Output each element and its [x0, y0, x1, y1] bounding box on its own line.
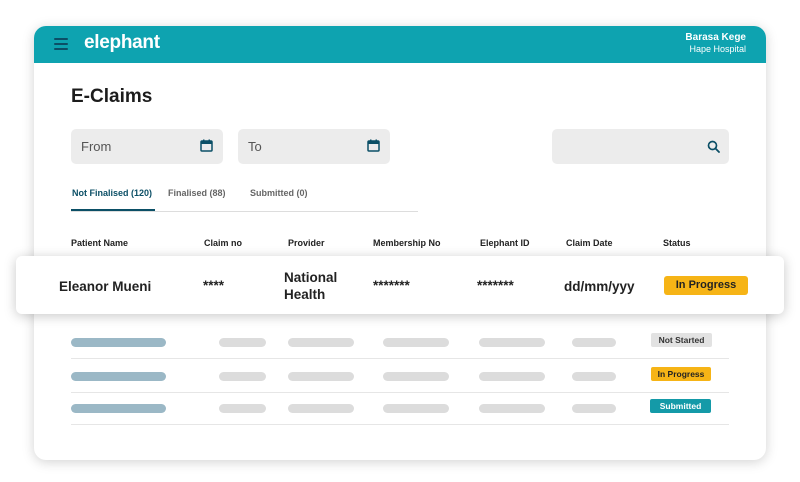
placeholder-bar: [219, 338, 266, 347]
claims-tabs: Not Finalised (120) Finalised (88) Submi…: [71, 180, 418, 212]
tab-finalised[interactable]: Finalised (88): [168, 188, 226, 198]
provider: National Health: [284, 269, 337, 303]
patient-name: Eleanor Mueni: [59, 279, 152, 294]
active-tab-indicator: [71, 209, 155, 211]
claim-no: ****: [203, 278, 225, 293]
app-logo: elephant: [84, 32, 160, 53]
app-window: elephant Barasa Kege Hape Hospital E-Cla…: [34, 26, 766, 460]
claim-date: dd/mm/yyy: [564, 279, 635, 294]
placeholder-bar: [572, 338, 616, 347]
placeholder-bar: [479, 372, 545, 381]
column-header-patient-name: Patient Name: [71, 238, 129, 248]
status-badge: Submitted: [650, 399, 711, 413]
column-header-provider: Provider: [288, 238, 325, 248]
status-badge: In Progress: [651, 367, 711, 381]
column-header-membership-no: Membership No: [373, 238, 441, 248]
column-header-claim-date: Claim Date: [566, 238, 613, 248]
placeholder-bar: [383, 404, 449, 413]
from-placeholder: From: [81, 139, 112, 154]
to-placeholder: To: [248, 139, 262, 154]
status-badge: Not Started: [651, 333, 712, 347]
placeholder-bar: [71, 404, 166, 413]
placeholder-bar: [71, 372, 166, 381]
status-badge: In Progress: [664, 276, 748, 295]
placeholder-bar: [572, 372, 616, 381]
highlighted-claim-row[interactable]: Eleanor Mueni **** National Health ******…: [16, 256, 784, 314]
membership-no: *******: [373, 278, 410, 293]
placeholder-bar: [572, 404, 616, 413]
provider-line-1: National: [284, 270, 338, 285]
column-header-elephant-id: Elephant ID: [480, 238, 530, 248]
elephant-id: *******: [477, 278, 514, 293]
search-icon[interactable]: [707, 140, 720, 153]
calendar-icon[interactable]: [367, 139, 380, 152]
provider-line-2: Health: [284, 287, 326, 302]
column-header-status: Status: [663, 238, 691, 248]
table-row[interactable]: Not Started: [71, 326, 729, 359]
tab-submitted[interactable]: Submitted (0): [250, 188, 308, 198]
placeholder-bar: [479, 338, 545, 347]
placeholder-bar: [288, 338, 354, 347]
user-name: Barasa Kege: [685, 32, 746, 43]
page-title: E-Claims: [71, 86, 153, 107]
placeholder-bar: [383, 338, 449, 347]
calendar-icon[interactable]: [200, 139, 213, 152]
placeholder-bar: [383, 372, 449, 381]
column-header-claim-no: Claim no: [204, 238, 243, 248]
from-date-field[interactable]: From: [71, 129, 223, 164]
tab-not-finalised[interactable]: Not Finalised (120): [72, 188, 152, 198]
hamburger-menu-icon[interactable]: [54, 38, 68, 50]
search-input[interactable]: [552, 129, 729, 164]
placeholder-bar: [219, 372, 266, 381]
to-date-field[interactable]: To: [238, 129, 390, 164]
placeholder-bar: [71, 338, 166, 347]
placeholder-bar: [288, 372, 354, 381]
table-row[interactable]: In Progress: [71, 360, 729, 393]
top-bar: elephant Barasa Kege Hape Hospital: [34, 26, 766, 63]
user-info[interactable]: Barasa Kege Hape Hospital: [685, 32, 746, 54]
placeholder-bar: [479, 404, 545, 413]
organization-name: Hape Hospital: [689, 44, 746, 54]
placeholder-bar: [288, 404, 354, 413]
table-row[interactable]: Submitted: [71, 392, 729, 425]
placeholder-bar: [219, 404, 266, 413]
